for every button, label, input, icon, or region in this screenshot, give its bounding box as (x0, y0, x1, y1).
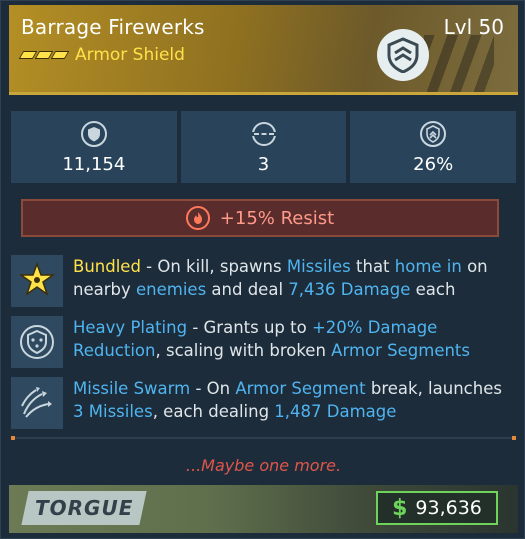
reduction-icon (420, 120, 447, 147)
stats-row: 11,154 3 26% (11, 111, 517, 183)
item-header: Barrage Firewerks Lvl 50 Armor Shield (9, 5, 518, 95)
star-burst-icon (11, 255, 63, 307)
item-type: Armor Shield (75, 45, 185, 65)
perk-heavy-plating: Heavy Plating - Grants up to +20% Damage… (11, 316, 516, 368)
perk-desc: - On (190, 379, 236, 398)
perk-desc: and deal (206, 280, 289, 299)
stat-segments: 3 (180, 111, 347, 183)
perk-desc: break, launches (365, 379, 502, 398)
stat-reduction-value: 26% (413, 153, 454, 175)
perk-name: Heavy Plating (73, 318, 188, 337)
perk-desc: - Grants up to (187, 318, 312, 337)
stat-capacity-value: 11,154 (62, 153, 126, 175)
item-footer: TORGUE $ 93,636 (9, 485, 518, 533)
stat-reduction: 26% (350, 111, 517, 183)
armor-shield-emblem-icon (377, 29, 429, 81)
element-resist-text: +15% Resist (219, 207, 335, 229)
item-level: Lvl 50 (443, 15, 504, 39)
item-name: Barrage Firewerks (21, 15, 205, 39)
perk-keyword: 7,436 Damage (288, 280, 411, 299)
perk-missile-swarm-text: Missile Swarm - On Armor Segment break, … (73, 377, 516, 429)
heavy-plating-icon (11, 316, 63, 368)
perk-keyword: enemies (136, 280, 207, 299)
perk-name: Bundled (73, 257, 141, 276)
flavor-text: ...Maybe one more. (185, 456, 342, 475)
perk-heavy-plating-text: Heavy Plating - Grants up to +20% Damage… (73, 316, 516, 368)
stat-segments-value: 3 (257, 153, 270, 175)
manufacturer-logo: TORGUE (21, 491, 147, 525)
currency-icon: $ (392, 495, 408, 521)
perk-desc: - On kill, spawns (140, 257, 287, 276)
item-type-row: Armor Shield (18, 45, 185, 65)
shield-capacity-icon (80, 120, 107, 147)
perk-name: Missile Swarm (73, 379, 191, 398)
perk-desc: , scaling with broken (155, 341, 332, 360)
section-divider (11, 436, 516, 440)
perk-desc: that (350, 257, 395, 276)
price-amount: 93,636 (415, 497, 482, 519)
perk-missile-swarm: Missile Swarm - On Armor Segment break, … (11, 377, 516, 429)
item-card: Barrage Firewerks Lvl 50 Armor Shield 11… (0, 0, 525, 539)
manufacturer-name: TORGUE (34, 496, 134, 520)
header-decoration (424, 35, 494, 92)
perk-desc: , each dealing (152, 402, 275, 421)
perk-keyword: home in (394, 257, 462, 276)
perk-keyword: Armor Segment (235, 379, 366, 398)
perk-bundled: Bundled - On kill, spawns Missiles that … (11, 255, 516, 307)
missile-swarm-icon (11, 377, 63, 429)
element-resist-bar: +15% Resist (21, 199, 499, 237)
perk-keyword: 3 Missiles (73, 402, 153, 421)
perk-bundled-text: Bundled - On kill, spawns Missiles that … (73, 255, 516, 307)
stat-capacity: 11,154 (11, 111, 177, 183)
rarity-chevrons-icon (18, 51, 70, 59)
armor-segments-icon (251, 121, 276, 146)
perk-keyword: 1,487 Damage (274, 402, 397, 421)
perk-keyword: Armor Segments (331, 341, 470, 360)
perk-keyword: Missiles (286, 257, 351, 276)
fire-icon (185, 206, 210, 230)
perk-desc: each (410, 280, 456, 299)
price-tag: $ 93,636 (376, 491, 498, 525)
